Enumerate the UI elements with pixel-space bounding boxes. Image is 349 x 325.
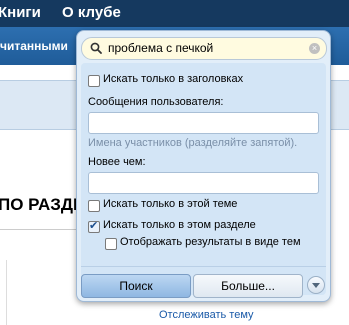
search-icon [90, 42, 102, 54]
chevron-down-icon[interactable] [307, 276, 325, 294]
section-title: ПО РАЗДЕ [0, 195, 85, 214]
this-section-label: Искать только в этом разделе [103, 219, 256, 231]
top-navbar: Книги О клубе [0, 0, 349, 27]
search-popup: проблема с печкой × Искать только в заго… [76, 30, 331, 302]
follow-topic-link[interactable]: Отслеживать тему [159, 309, 254, 321]
search-input[interactable]: проблема с печкой × [81, 37, 327, 60]
divider [0, 229, 80, 230]
title-only-checkbox[interactable] [88, 75, 100, 87]
this-topic-label: Искать только в этой теме [103, 198, 238, 210]
results-as-topics-checkbox[interactable] [105, 238, 117, 250]
more-options-button[interactable]: Больше... [193, 274, 303, 298]
title-only-label: Искать только в заголовках [103, 73, 244, 85]
divider [81, 266, 326, 267]
results-as-topics-label: Отображать результаты в виде тем [120, 236, 301, 248]
this-topic-checkbox[interactable] [88, 200, 100, 212]
subnav-link-unread[interactable]: читанными [0, 39, 68, 53]
newer-than-field[interactable] [88, 172, 319, 194]
clear-icon[interactable]: × [309, 43, 320, 54]
user-names-field[interactable] [88, 112, 319, 134]
divider-vertical [6, 260, 7, 325]
user-messages-label: Сообщения пользователя: [88, 96, 224, 108]
this-section-checkbox[interactable] [88, 219, 100, 233]
nav-link-books[interactable]: Книги [0, 4, 41, 21]
newer-than-label: Новее чем: [88, 156, 146, 168]
search-options-panel: Искать только в заголовках Сообщения пол… [81, 63, 326, 295]
nav-link-about[interactable]: О клубе [62, 4, 121, 21]
search-button[interactable]: Поиск [81, 274, 191, 298]
search-query: проблема с печкой [108, 41, 214, 55]
user-names-hint: Имена участников (разделяйте запятой). [88, 137, 298, 149]
